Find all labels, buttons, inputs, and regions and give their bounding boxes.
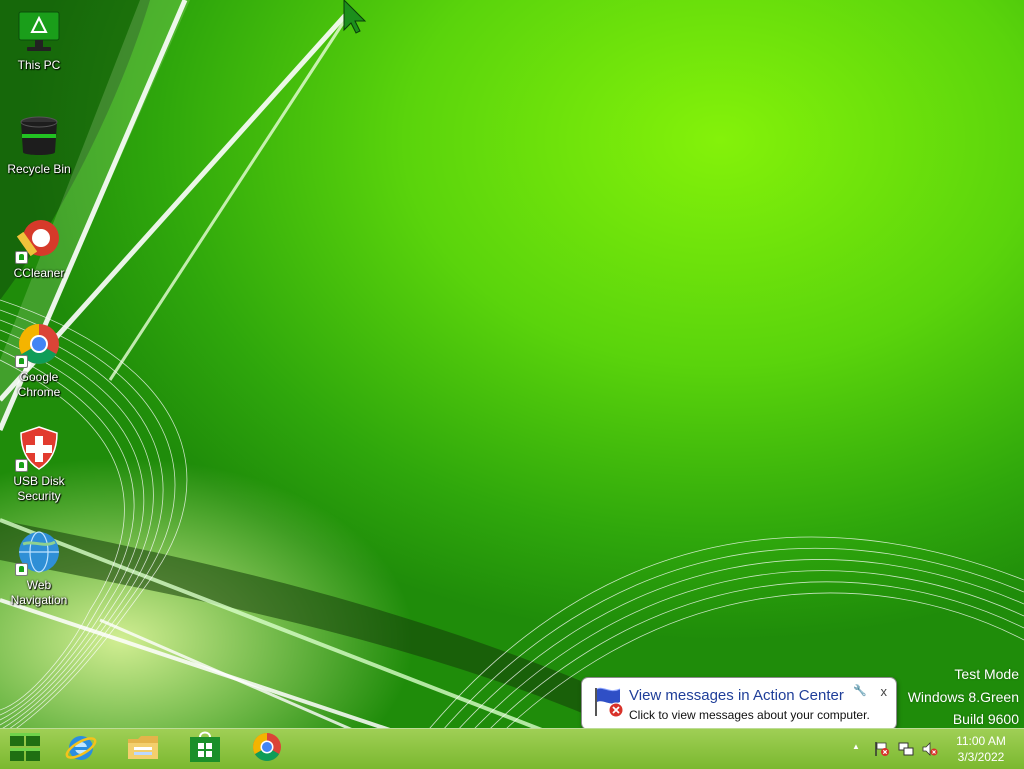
- desktop-icon-label: USB Disk Security: [13, 474, 65, 503]
- volume-muted-icon[interactable]: [922, 741, 938, 757]
- mouse-cursor: [343, 0, 367, 34]
- desktop-icon-web-navigation[interactable]: Web Navigation: [0, 528, 78, 608]
- desktop-icon-google-chrome[interactable]: Google Chrome: [0, 320, 78, 400]
- chrome-icon: [15, 320, 63, 368]
- action-center-tray-icon[interactable]: [874, 741, 890, 757]
- desktop-icon-this-pc[interactable]: This PC: [0, 8, 78, 73]
- clock[interactable]: 11:00 AM 3/3/2022: [946, 733, 1016, 765]
- action-center-flag-icon: [592, 686, 626, 718]
- clock-time: 11:00 AM: [956, 734, 1006, 748]
- wallpaper-art: [0, 0, 1024, 768]
- wrench-icon[interactable]: 🔧: [853, 684, 867, 697]
- internet-explorer-icon: [64, 730, 98, 769]
- desktop-icon-label: Google Chrome: [17, 370, 61, 399]
- taskbar: ▲ 11:00 AM 3/3/2022: [0, 728, 1024, 769]
- recycle-bin-icon: [15, 112, 63, 160]
- desktop-icon-recycle-bin[interactable]: Recycle Bin: [0, 112, 78, 177]
- desktop-icon-label: Web Navigation: [10, 578, 68, 607]
- desktop-icon-label: Recycle Bin: [7, 162, 71, 176]
- notification-text: Click to view messages about your comput…: [629, 708, 870, 722]
- notification-title[interactable]: View messages in Action Center: [629, 687, 844, 704]
- chrome-icon: [251, 731, 283, 768]
- taskbar-store-button[interactable]: [176, 729, 234, 769]
- network-icon[interactable]: [898, 741, 914, 757]
- folder-icon: [126, 732, 160, 767]
- watermark-test-mode: Test Mode: [954, 666, 1019, 682]
- desktop-background: This PC Recycle Bin CCleaner Google Chro…: [0, 0, 1024, 768]
- shield-icon: [15, 424, 63, 472]
- desktop-icon-label: This PC: [17, 58, 61, 72]
- desktop-icon-ccleaner[interactable]: CCleaner: [0, 216, 78, 281]
- windows-logo-icon: [9, 732, 41, 767]
- notification-close-button[interactable]: x: [881, 684, 888, 699]
- globe-icon: [15, 528, 63, 576]
- ccleaner-icon: [15, 216, 63, 264]
- test-mode-watermark: Test Mode Windows 8.Green Build 9600: [908, 663, 1019, 731]
- desktop-icon-label: CCleaner: [13, 266, 65, 280]
- show-hidden-icons-button[interactable]: ▲: [852, 742, 860, 751]
- taskbar-file-explorer-button[interactable]: [114, 729, 172, 769]
- taskbar-chrome-button[interactable]: [238, 729, 296, 769]
- action-center-notification[interactable]: View messages in Action Center Click to …: [581, 677, 897, 730]
- monitor-icon: [15, 8, 63, 56]
- desktop-icon-usb-disk-security[interactable]: USB Disk Security: [0, 424, 78, 504]
- start-button[interactable]: [0, 729, 50, 769]
- store-icon: [189, 731, 221, 768]
- clock-date: 3/3/2022: [957, 750, 1005, 764]
- watermark-edition: Windows 8.Green: [907, 688, 1019, 705]
- taskbar-internet-explorer-button[interactable]: [52, 729, 110, 769]
